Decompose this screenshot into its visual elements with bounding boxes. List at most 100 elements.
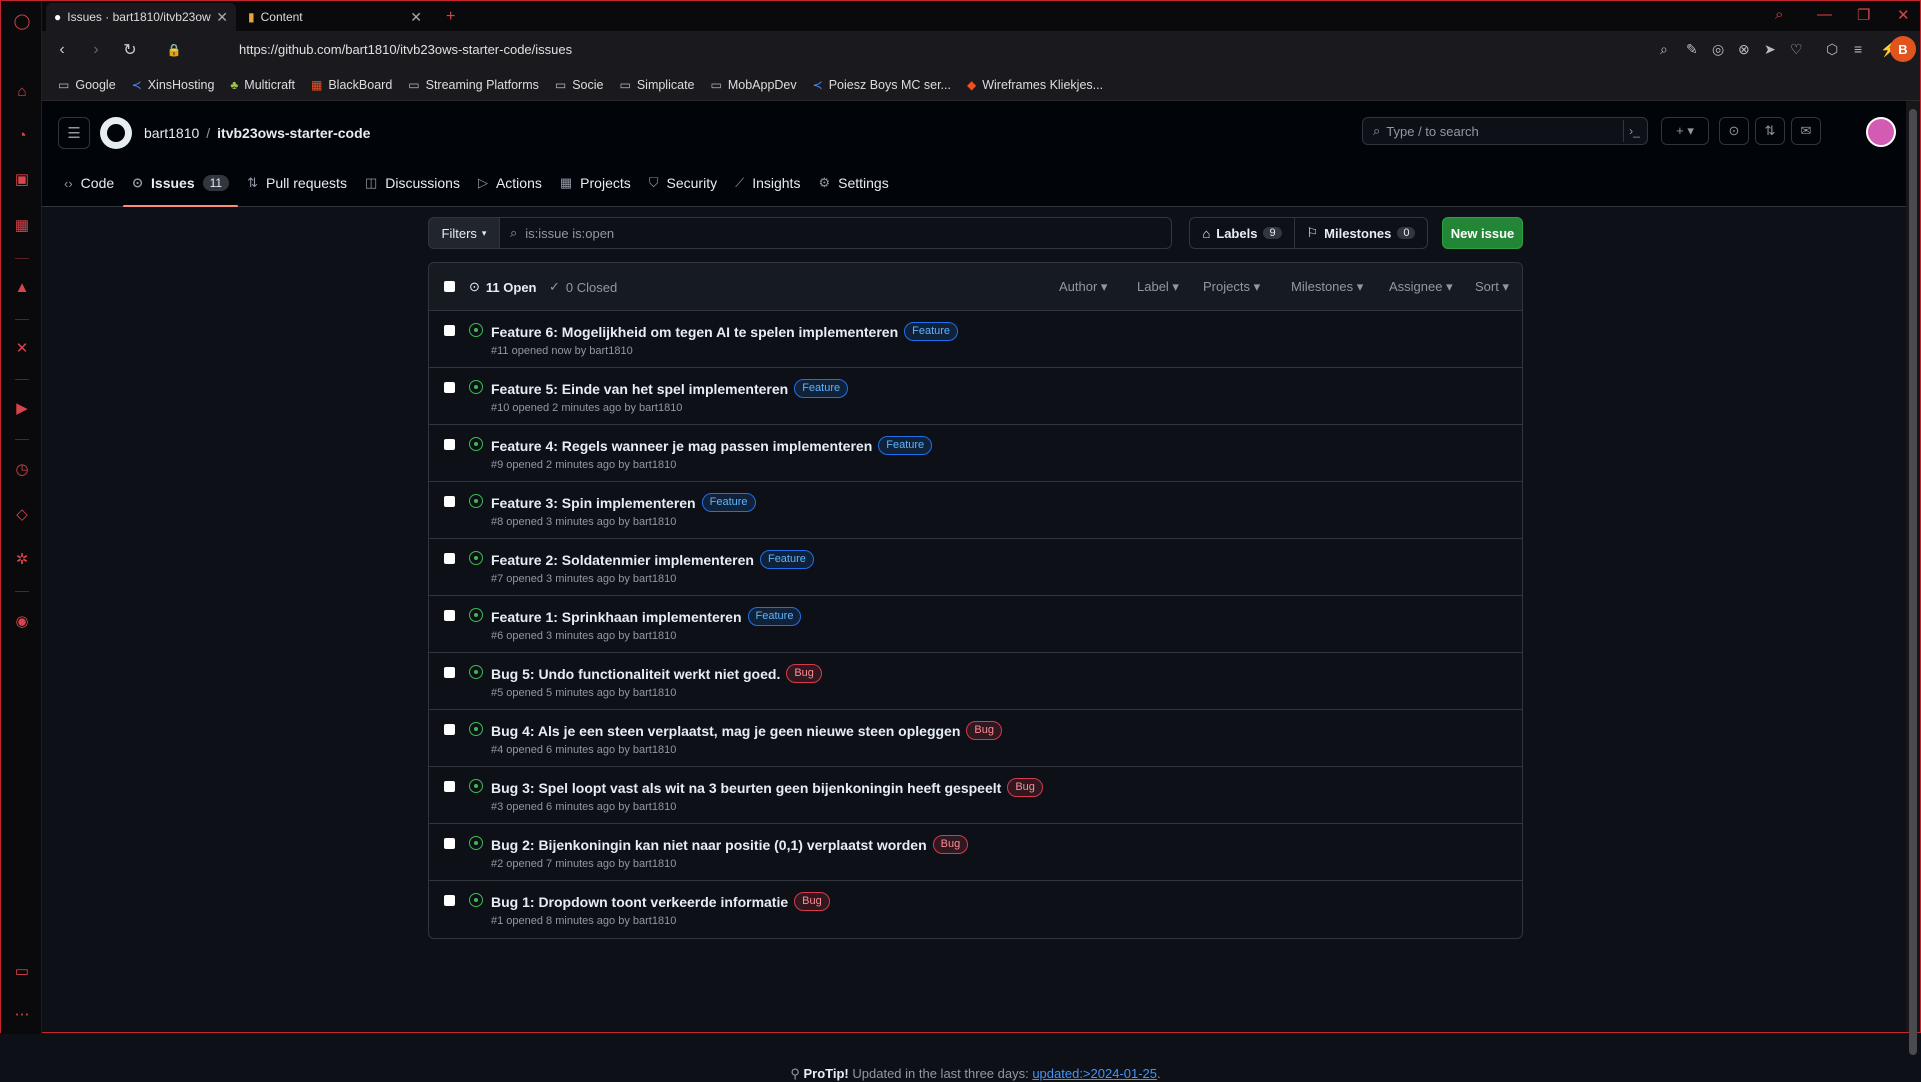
bookmark-item[interactable]: ♣ Multicraft <box>230 78 295 92</box>
tab-code[interactable]: ‹› Code <box>55 160 123 206</box>
x-twitter-icon[interactable]: ✕ <box>12 338 32 358</box>
bookmark-item[interactable]: ▭ Google <box>58 78 116 92</box>
issue-checkbox[interactable] <box>444 838 455 849</box>
calendar-icon[interactable]: ▦ <box>12 215 32 235</box>
more-icon[interactable]: ⋯ <box>12 1004 32 1024</box>
tab-issues[interactable]: ● Issues · bart1810/itvb23ow ✕ <box>46 3 236 31</box>
milestones-button[interactable]: ⚐ Milestones 0 <box>1294 217 1428 249</box>
hamburger-menu-icon[interactable]: ☰ <box>58 117 90 149</box>
bookmark-item[interactable]: ◆ Wireframes Kliekjes... <box>967 78 1103 92</box>
issue-row[interactable]: Feature 2: Soldatenmier implementeren Fea… <box>429 539 1522 596</box>
user-avatar[interactable] <box>1866 117 1896 147</box>
issue-checkbox[interactable] <box>444 439 455 450</box>
search-tabs-icon[interactable]: ⌕ <box>1775 6 1783 23</box>
url-field[interactable]: https://github.com/bart1810/itvb23ows-st… <box>239 42 572 57</box>
box-icon[interactable]: ⬡ <box>1826 41 1838 58</box>
image-icon[interactable]: ▭ <box>12 961 32 981</box>
scrollbar-thumb[interactable] <box>1909 109 1917 1055</box>
bag-icon[interactable]: ▣ <box>12 169 32 189</box>
command-palette-icon[interactable]: ›_ <box>1623 120 1645 142</box>
issue-title[interactable]: Bug 5: Undo functionaliteit werkt niet g… <box>491 666 780 682</box>
issue-row[interactable]: Feature 4: Regels wanneer je mag passen … <box>429 425 1522 482</box>
issue-title[interactable]: Bug 1: Dropdown toont verkeerde informat… <box>491 894 788 910</box>
tab-content[interactable]: ▮ Content ✕ <box>240 3 430 31</box>
heart-icon[interactable]: ♡ <box>1790 41 1803 58</box>
menu-icon[interactable]: ≡ <box>1854 41 1862 57</box>
ublock-icon[interactable]: ◉ <box>12 611 32 631</box>
cube-icon[interactable]: ◇ <box>12 504 32 524</box>
bookmark-item[interactable]: ▭ MobAppDev <box>711 78 797 92</box>
issue-label-badge[interactable]: Feature <box>904 322 959 341</box>
speed-dial-icon[interactable]: ◔ <box>12 125 32 145</box>
issue-row[interactable]: Feature 1: Sprinkhaan implementeren Featu… <box>429 596 1522 653</box>
search-input[interactable]: ⌕ Type / to search ›_ <box>1362 117 1648 145</box>
issue-title[interactable]: Feature 3: Spin implementeren <box>491 495 696 511</box>
issue-checkbox[interactable] <box>444 610 455 621</box>
back-icon[interactable]: ‹ <box>52 41 72 59</box>
zoom-icon[interactable]: ⌕ <box>1660 41 1668 58</box>
issue-row[interactable]: Bug 5: Undo functionaliteit werkt niet g… <box>429 653 1522 710</box>
issue-title[interactable]: Bug 2: Bijenkoningin kan niet naar posit… <box>491 837 927 853</box>
gamepad-icon[interactable]: ⌂ <box>12 81 32 101</box>
issue-checkbox[interactable] <box>444 781 455 792</box>
issue-row[interactable]: Bug 2: Bijenkoningin kan niet naar posit… <box>429 824 1522 881</box>
close-tab-icon[interactable]: ✕ <box>216 9 228 26</box>
issue-checkbox[interactable] <box>444 496 455 507</box>
assignee-filter[interactable]: Assignee ▾ <box>1389 279 1453 295</box>
issue-title[interactable]: Feature 1: Sprinkhaan implementeren <box>491 609 742 625</box>
repo-link[interactable]: itvb23ows-starter-code <box>217 125 370 141</box>
forward-icon[interactable]: › <box>86 41 106 59</box>
issue-row[interactable]: Bug 4: Als je een steen verplaatst, mag … <box>429 710 1522 767</box>
bookmark-item[interactable]: ▭ Simplicate <box>619 78 694 92</box>
issue-row[interactable]: Bug 1: Dropdown toont verkeerde informat… <box>429 881 1522 938</box>
bookmark-item[interactable]: ▭ Streaming Platforms <box>408 78 539 92</box>
bookmark-item[interactable]: ▭ Socie <box>555 78 604 92</box>
owner-link[interactable]: bart1810 <box>144 125 199 141</box>
new-issue-button[interactable]: New issue <box>1442 217 1523 249</box>
inbox-icon[interactable]: ✉ <box>1791 117 1821 145</box>
bookmark-item[interactable]: ▦ BlackBoard <box>311 78 392 92</box>
issue-title[interactable]: Feature 5: Einde van het spel implemente… <box>491 381 788 397</box>
history-icon[interactable]: ◷ <box>12 459 32 479</box>
reload-icon[interactable]: ↻ <box>120 40 140 60</box>
projects-filter[interactable]: Projects ▾ <box>1203 279 1260 295</box>
issue-checkbox[interactable] <box>444 667 455 678</box>
issue-checkbox[interactable] <box>444 724 455 735</box>
milestones-filter[interactable]: Milestones ▾ <box>1291 279 1363 295</box>
minimize-icon[interactable]: — <box>1817 6 1832 23</box>
player-icon[interactable]: ▶ <box>12 398 32 418</box>
restore-icon[interactable]: ❐ <box>1857 6 1870 24</box>
tab-pull-requests[interactable]: ⇅ Pull requests <box>238 160 356 206</box>
issue-title[interactable]: Bug 3: Spel loopt vast als wit na 3 beur… <box>491 780 1001 796</box>
arc-icon[interactable]: ▲ <box>12 277 32 297</box>
tab-insights[interactable]: ⟋ Insights <box>726 160 809 206</box>
issue-row[interactable]: Feature 3: Spin implementeren Feature #8 o… <box>429 482 1522 539</box>
edit-icon[interactable]: ✎ <box>1686 41 1698 58</box>
profile-avatar[interactable]: B <box>1890 36 1916 62</box>
tab-projects[interactable]: ▦ Projects <box>551 160 640 206</box>
issue-label-badge[interactable]: Feature <box>878 436 933 455</box>
issue-title[interactable]: Bug 4: Als je een steen verplaatst, mag … <box>491 723 960 739</box>
issue-row[interactable]: Bug 3: Spel loopt vast als wit na 3 beur… <box>429 767 1522 824</box>
close-tab-icon[interactable]: ✕ <box>410 9 422 26</box>
issue-row[interactable]: Feature 5: Einde van het spel implemente… <box>429 368 1522 425</box>
author-filter[interactable]: Author ▾ <box>1059 279 1107 295</box>
block-icon[interactable]: ⊗ <box>1738 41 1750 58</box>
issue-label-badge[interactable]: Feature <box>794 379 849 398</box>
issue-title[interactable]: Feature 6: Mogelijkheid om tegen AI te s… <box>491 324 898 340</box>
create-new-button[interactable]: + ▾ <box>1661 117 1709 145</box>
issue-label-badge[interactable]: Bug <box>1007 778 1043 797</box>
settings-icon[interactable]: ✲ <box>12 549 32 569</box>
issue-title[interactable]: Feature 2: Soldatenmier implementeren <box>491 552 754 568</box>
issue-row[interactable]: Feature 6: Mogelijkheid om tegen AI te s… <box>429 311 1522 368</box>
label-filter[interactable]: Label ▾ <box>1137 279 1179 295</box>
issue-checkbox[interactable] <box>444 382 455 393</box>
issue-label-badge[interactable]: Feature <box>759 550 814 569</box>
issue-label-badge[interactable]: Bug <box>786 664 822 683</box>
issue-checkbox[interactable] <box>444 895 455 906</box>
issue-label-badge[interactable]: Bug <box>932 835 969 854</box>
bookmark-item[interactable]: ≺ Poiesz Boys MC ser... <box>813 78 951 92</box>
issue-checkbox[interactable] <box>444 325 455 336</box>
scrollbar[interactable] <box>1906 101 1920 1055</box>
issue-checkbox[interactable] <box>444 553 455 564</box>
